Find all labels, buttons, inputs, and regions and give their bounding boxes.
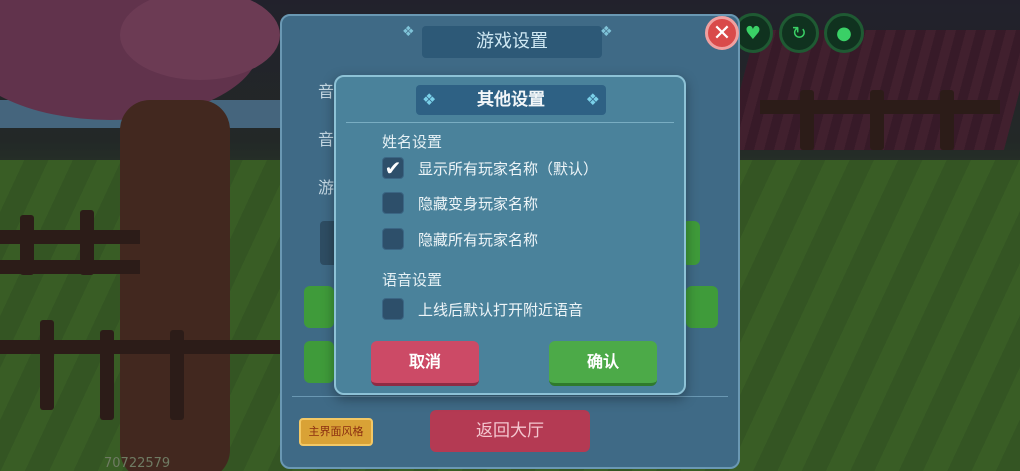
arrow-icon[interactable]: ↻ xyxy=(779,13,819,53)
return-lobby-button[interactable]: 返回大厅 xyxy=(430,410,590,452)
setting-label: 音 xyxy=(318,82,335,101)
setting-label: 游 xyxy=(318,178,335,197)
option-label: 显示所有玩家名称（默认） xyxy=(418,159,599,178)
background-button[interactable] xyxy=(304,286,334,328)
voice-settings-heading: 语音设置 xyxy=(382,271,443,289)
background-button[interactable] xyxy=(304,341,334,383)
ornament-icon: ❖ xyxy=(600,24,613,40)
option-hide-transformed-names[interactable]: 隐藏变身玩家名称 xyxy=(382,192,538,214)
confirm-button[interactable]: 确认 xyxy=(549,341,657,386)
other-settings-dialog: ❖ 其他设置 ❖ 姓名设置 ✔ 显示所有玩家名称（默认） 隐藏变身玩家名称 隐藏… xyxy=(334,75,686,395)
name-settings-heading: 姓名设置 xyxy=(382,133,443,151)
player-id: 70722579 xyxy=(104,456,171,471)
option-hide-all-names[interactable]: 隐藏所有玩家名称 xyxy=(382,228,538,250)
panel-divider xyxy=(292,396,728,397)
option-label: 隐藏所有玩家名称 xyxy=(418,230,539,249)
checkbox[interactable] xyxy=(382,192,404,214)
background-button[interactable] xyxy=(686,286,718,328)
ornament-icon: ❖ xyxy=(402,24,415,40)
water-drop-icon[interactable]: ● xyxy=(824,13,864,53)
ornament-icon: ❖ xyxy=(585,90,600,109)
dialog-divider xyxy=(346,122,674,123)
panel-title: 游戏设置 xyxy=(422,26,602,58)
dialog-title-bar: ❖ 其他设置 ❖ xyxy=(416,85,606,115)
dialog-title: 其他设置 xyxy=(477,90,545,110)
option-label: 上线后默认打开附近语音 xyxy=(418,300,584,319)
checkbox[interactable] xyxy=(382,298,404,320)
interface-style-button[interactable]: 主界面风格 xyxy=(299,418,373,446)
option-show-all-names[interactable]: ✔ 显示所有玩家名称（默认） xyxy=(382,156,599,180)
checkbox[interactable] xyxy=(382,228,404,250)
setting-label: 音 xyxy=(318,130,335,149)
check-icon[interactable]: ✔ xyxy=(382,156,404,180)
close-icon[interactable]: ✕ xyxy=(705,16,739,50)
option-nearby-voice[interactable]: 上线后默认打开附近语音 xyxy=(382,298,583,320)
cancel-button[interactable]: 取消 xyxy=(371,341,479,386)
option-label: 隐藏变身玩家名称 xyxy=(418,194,539,213)
